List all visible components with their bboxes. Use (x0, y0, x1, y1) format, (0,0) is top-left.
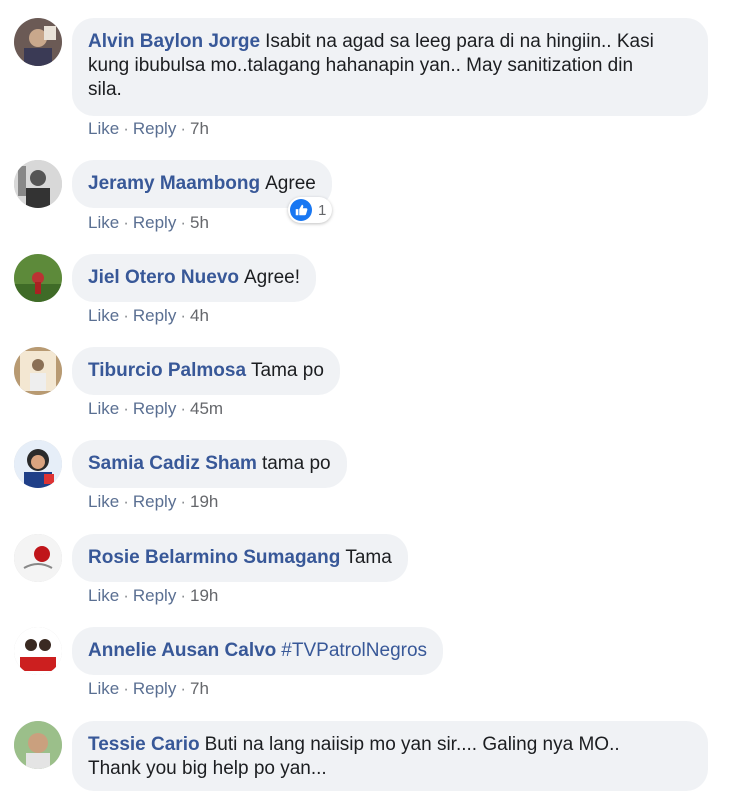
avatar[interactable] (14, 347, 62, 395)
comment-author[interactable]: Rosie Belarmino Sumagang (88, 547, 340, 568)
comment-bubble: Rosie Belarmino Sumagang Tama (72, 534, 408, 582)
comment-author[interactable]: Tessie Cario (88, 734, 200, 755)
comment-timestamp[interactable]: 4h (190, 306, 209, 325)
comment-bubble: Tessie Cario Buti na lang naiisip mo yan … (72, 721, 708, 791)
reply-button[interactable]: Reply (133, 213, 176, 232)
comment-actions: Like · Reply · 19h (88, 586, 219, 605)
comment-text: Tama (345, 547, 392, 568)
comment-text: Buti na lang naiisip mo yan sir.... Gali… (204, 734, 620, 755)
like-button[interactable]: Like (88, 492, 119, 511)
comment-actions: Like · Reply · 7h (88, 679, 209, 698)
comment-bubble: Alvin Baylon Jorge Isabit na agad sa leeg… (72, 18, 708, 116)
comment-text: Agree! (244, 267, 300, 288)
hashtag-link[interactable]: #TVPatrolNegros (281, 640, 427, 661)
avatar[interactable] (14, 160, 62, 208)
like-button[interactable]: Like (88, 119, 119, 138)
reply-button[interactable]: Reply (133, 679, 176, 698)
comment-timestamp[interactable]: 19h (190, 586, 218, 605)
like-reaction-icon (290, 199, 312, 221)
comment-text: sila. (88, 79, 122, 100)
comment-bubble: Tiburcio Palmosa Tama po (72, 347, 340, 395)
reply-button[interactable]: Reply (133, 399, 176, 418)
comment-text: kung ibubulsa mo..talagang hahanapin yan… (88, 55, 634, 76)
comment-text: tama po (261, 453, 331, 474)
avatar[interactable] (14, 627, 62, 675)
like-button[interactable]: Like (88, 679, 119, 698)
comment-timestamp[interactable]: 19h (190, 492, 218, 511)
comment-text: Isabit na agad sa leeg para di na hingii… (265, 31, 654, 52)
comment-actions: Like · Reply · 5h (88, 213, 209, 232)
like-button[interactable]: Like (88, 586, 119, 605)
comment-author[interactable]: Samia Cadiz Sham (88, 453, 257, 474)
comment-actions: Like · Reply · 4h (88, 306, 209, 325)
comment-actions: Like · Reply · 19h (88, 492, 219, 511)
comment-author[interactable]: Alvin Baylon Jorge (88, 31, 260, 52)
comment-author[interactable]: Tiburcio Palmosa (88, 360, 246, 381)
comment-text: Agree (265, 173, 316, 194)
comment-timestamp[interactable]: 5h (190, 213, 209, 232)
reply-button[interactable]: Reply (133, 119, 176, 138)
comment-timestamp[interactable]: 45m (190, 399, 223, 418)
like-button[interactable]: Like (88, 306, 119, 325)
reply-button[interactable]: Reply (133, 306, 176, 325)
avatar[interactable] (14, 18, 62, 66)
comment-actions: Like · Reply · 45m (88, 399, 224, 418)
comment-timestamp[interactable]: 7h (190, 679, 209, 698)
comment-bubble: Annelie Ausan Calvo #TVPatrolNegros (72, 627, 444, 675)
avatar[interactable] (14, 440, 62, 488)
comment-actions: Like · Reply · 7h (88, 119, 209, 138)
comment-bubble: Samia Cadiz Sham tama po (72, 440, 347, 488)
reply-button[interactable]: Reply (133, 586, 176, 605)
comment-author[interactable]: Jiel Otero Nuevo (88, 267, 239, 288)
avatar[interactable] (14, 721, 62, 769)
comment-bubble: Jiel Otero Nuevo Agree! (72, 254, 316, 302)
comment-author[interactable]: Jeramy Maambong (88, 173, 260, 194)
avatar[interactable] (14, 534, 62, 582)
comment-timestamp[interactable]: 7h (190, 119, 209, 138)
reaction-summary[interactable]: 1 (288, 197, 333, 223)
reaction-count: 1 (318, 201, 327, 219)
comment-text: Tama po (251, 360, 324, 381)
like-button[interactable]: Like (88, 213, 119, 232)
reply-button[interactable]: Reply (133, 492, 176, 511)
comment-author[interactable]: Annelie Ausan Calvo (88, 640, 276, 661)
like-button[interactable]: Like (88, 399, 119, 418)
avatar[interactable] (14, 254, 62, 302)
